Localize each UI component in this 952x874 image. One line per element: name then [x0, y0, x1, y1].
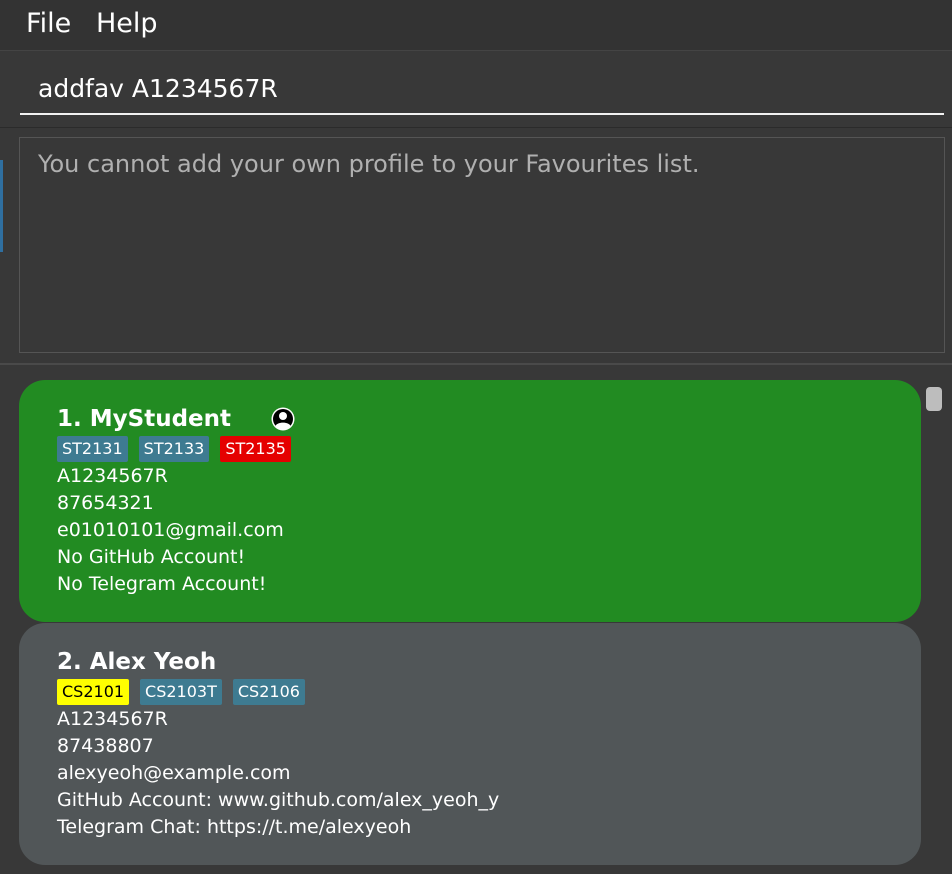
- person-index: 1.: [57, 406, 82, 432]
- email-address: e01010101@gmail.com: [57, 519, 284, 541]
- github-account: GitHub Account: www.github.com/alex_yeoh…: [57, 789, 500, 811]
- tag: CS2106: [232, 679, 305, 705]
- person-card[interactable]: 2. Alex Yeoh CS2101 CS2103T CS2106 A1234…: [19, 623, 921, 865]
- tag-list: CS2101 CS2103T CS2106: [57, 679, 921, 705]
- email-address: alexyeoh@example.com: [57, 762, 291, 784]
- menu-file[interactable]: File: [26, 8, 71, 39]
- tag-list: ST2131 ST2133 ST2135: [57, 436, 921, 462]
- person-card-self[interactable]: 1. MyStudent ST2131 ST2133 ST2135 A12345…: [19, 380, 921, 622]
- window-edge-accent: [0, 160, 3, 252]
- command-box-area: [0, 51, 952, 127]
- menu-help[interactable]: Help: [96, 8, 158, 39]
- person-index: 2.: [57, 649, 82, 675]
- person-name: MyStudent: [89, 406, 231, 432]
- telegram-account: No Telegram Account!: [57, 573, 267, 595]
- person-list-panel[interactable]: 1. MyStudent ST2131 ST2133 ST2135 A12345…: [0, 363, 952, 874]
- user-profile-icon: [271, 407, 295, 431]
- github-account: No GitHub Account!: [57, 546, 246, 568]
- tag: CS2101: [57, 679, 130, 705]
- phone-number: 87654321: [57, 492, 154, 514]
- tag: ST2133: [138, 436, 210, 462]
- student-id: A1234567R: [57, 465, 168, 487]
- tag: CS2103T: [140, 679, 222, 705]
- phone-number: 87438807: [57, 735, 154, 757]
- telegram-account: Telegram Chat: https://t.me/alexyeoh: [57, 816, 412, 838]
- command-input[interactable]: [20, 63, 944, 115]
- tag: ST2131: [57, 436, 128, 462]
- menu-bar: File Help: [0, 0, 952, 51]
- scrollbar-thumb[interactable]: [926, 387, 942, 411]
- person-name-row: 2. Alex Yeoh: [57, 647, 921, 677]
- tag: ST2135: [220, 436, 291, 462]
- person-name: Alex Yeoh: [89, 649, 217, 675]
- student-id: A1234567R: [57, 708, 168, 730]
- result-display: You cannot add your own profile to your …: [19, 137, 945, 353]
- result-display-area: You cannot add your own profile to your …: [0, 128, 952, 363]
- person-name-row: 1. MyStudent: [57, 404, 921, 434]
